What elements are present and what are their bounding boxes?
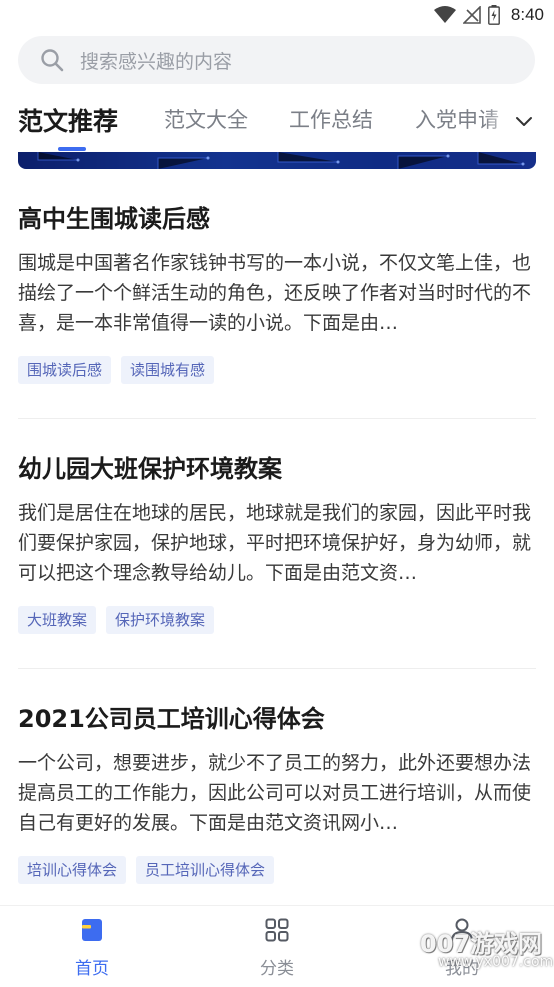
- tag[interactable]: 读围城有感: [121, 356, 215, 384]
- article-summary: 一个公司，想要进步，就少不了员工的努力，此外还要想办法提高员工的工作能力，因此公…: [18, 752, 532, 834]
- search-bar[interactable]: 搜索感兴趣的内容: [18, 36, 535, 84]
- tag[interactable]: 大班教案: [18, 606, 97, 634]
- tab-indicator: [58, 147, 86, 151]
- tab-all-essays[interactable]: 范文大全: [164, 104, 248, 134]
- chevron-down-icon[interactable]: [514, 112, 534, 132]
- tag[interactable]: 围城读后感: [18, 356, 112, 384]
- article-card[interactable]: 2021公司员工培训心得体会 一个公司，想要进步，就少不了员工的努力，此外还要想…: [18, 702, 536, 884]
- divider: [18, 418, 536, 419]
- nav-home[interactable]: 首页: [32, 906, 152, 987]
- nav-label-home: 首页: [75, 959, 109, 979]
- home-icon: [82, 919, 102, 941]
- article-summary: 我们是居住在地球的居民，地球就是我们的家园，因此平时我们要保护家园，保护地球，平…: [18, 502, 532, 584]
- tag-list: 培训心得体会 员工培训心得体会: [18, 856, 536, 884]
- category-grid-icon: [265, 918, 289, 942]
- nav-label-category: 分类: [260, 959, 294, 979]
- tag[interactable]: 培训心得体会: [18, 856, 127, 884]
- divider: [18, 668, 536, 669]
- signal-icon: [462, 6, 481, 24]
- banner-pattern: [37, 152, 525, 169]
- tab-recommended[interactable]: 范文推荐: [18, 102, 118, 138]
- article-summary: 围城是中国著名作家钱钟书写的一本小说，不仅文笔上佳，也描绘了一个个鲜活生动的角色…: [18, 252, 532, 334]
- tag-list: 围城读后感 读围城有感: [18, 356, 536, 384]
- watermark-url: www.yx007.com: [438, 954, 554, 970]
- article-card[interactable]: 高中生围城读后感 围城是中国著名作家钱钟书写的一本小说，不仅文笔上佳，也描绘了一…: [18, 202, 536, 384]
- status-icons: 8:40: [433, 4, 544, 26]
- wifi-icon: [433, 6, 456, 24]
- status-bar: 8:40: [0, 0, 554, 30]
- article-title[interactable]: 高中生围城读后感: [18, 202, 536, 236]
- article-title[interactable]: 幼儿园大班保护环境教案: [18, 452, 536, 486]
- banner-image[interactable]: [18, 152, 536, 169]
- article-card[interactable]: 幼儿园大班保护环境教案 我们是居住在地球的居民，地球就是我们的家园，因此平时我们…: [18, 452, 536, 634]
- category-tabs: 范文推荐 范文大全 工作总结 入党申请: [0, 96, 554, 152]
- article-title[interactable]: 2021公司员工培训心得体会: [18, 702, 536, 736]
- tag[interactable]: 保护环境教案: [106, 606, 215, 634]
- search-placeholder: 搜索感兴趣的内容: [80, 50, 233, 73]
- nav-category[interactable]: 分类: [217, 906, 337, 987]
- search-icon: [41, 49, 64, 72]
- battery-icon: [488, 5, 500, 25]
- tag-list: 大班教案 保护环境教案: [18, 606, 536, 634]
- tab-work-summary[interactable]: 工作总结: [289, 104, 373, 134]
- status-time: 8:40: [510, 5, 544, 24]
- tag[interactable]: 员工培训心得体会: [136, 856, 275, 884]
